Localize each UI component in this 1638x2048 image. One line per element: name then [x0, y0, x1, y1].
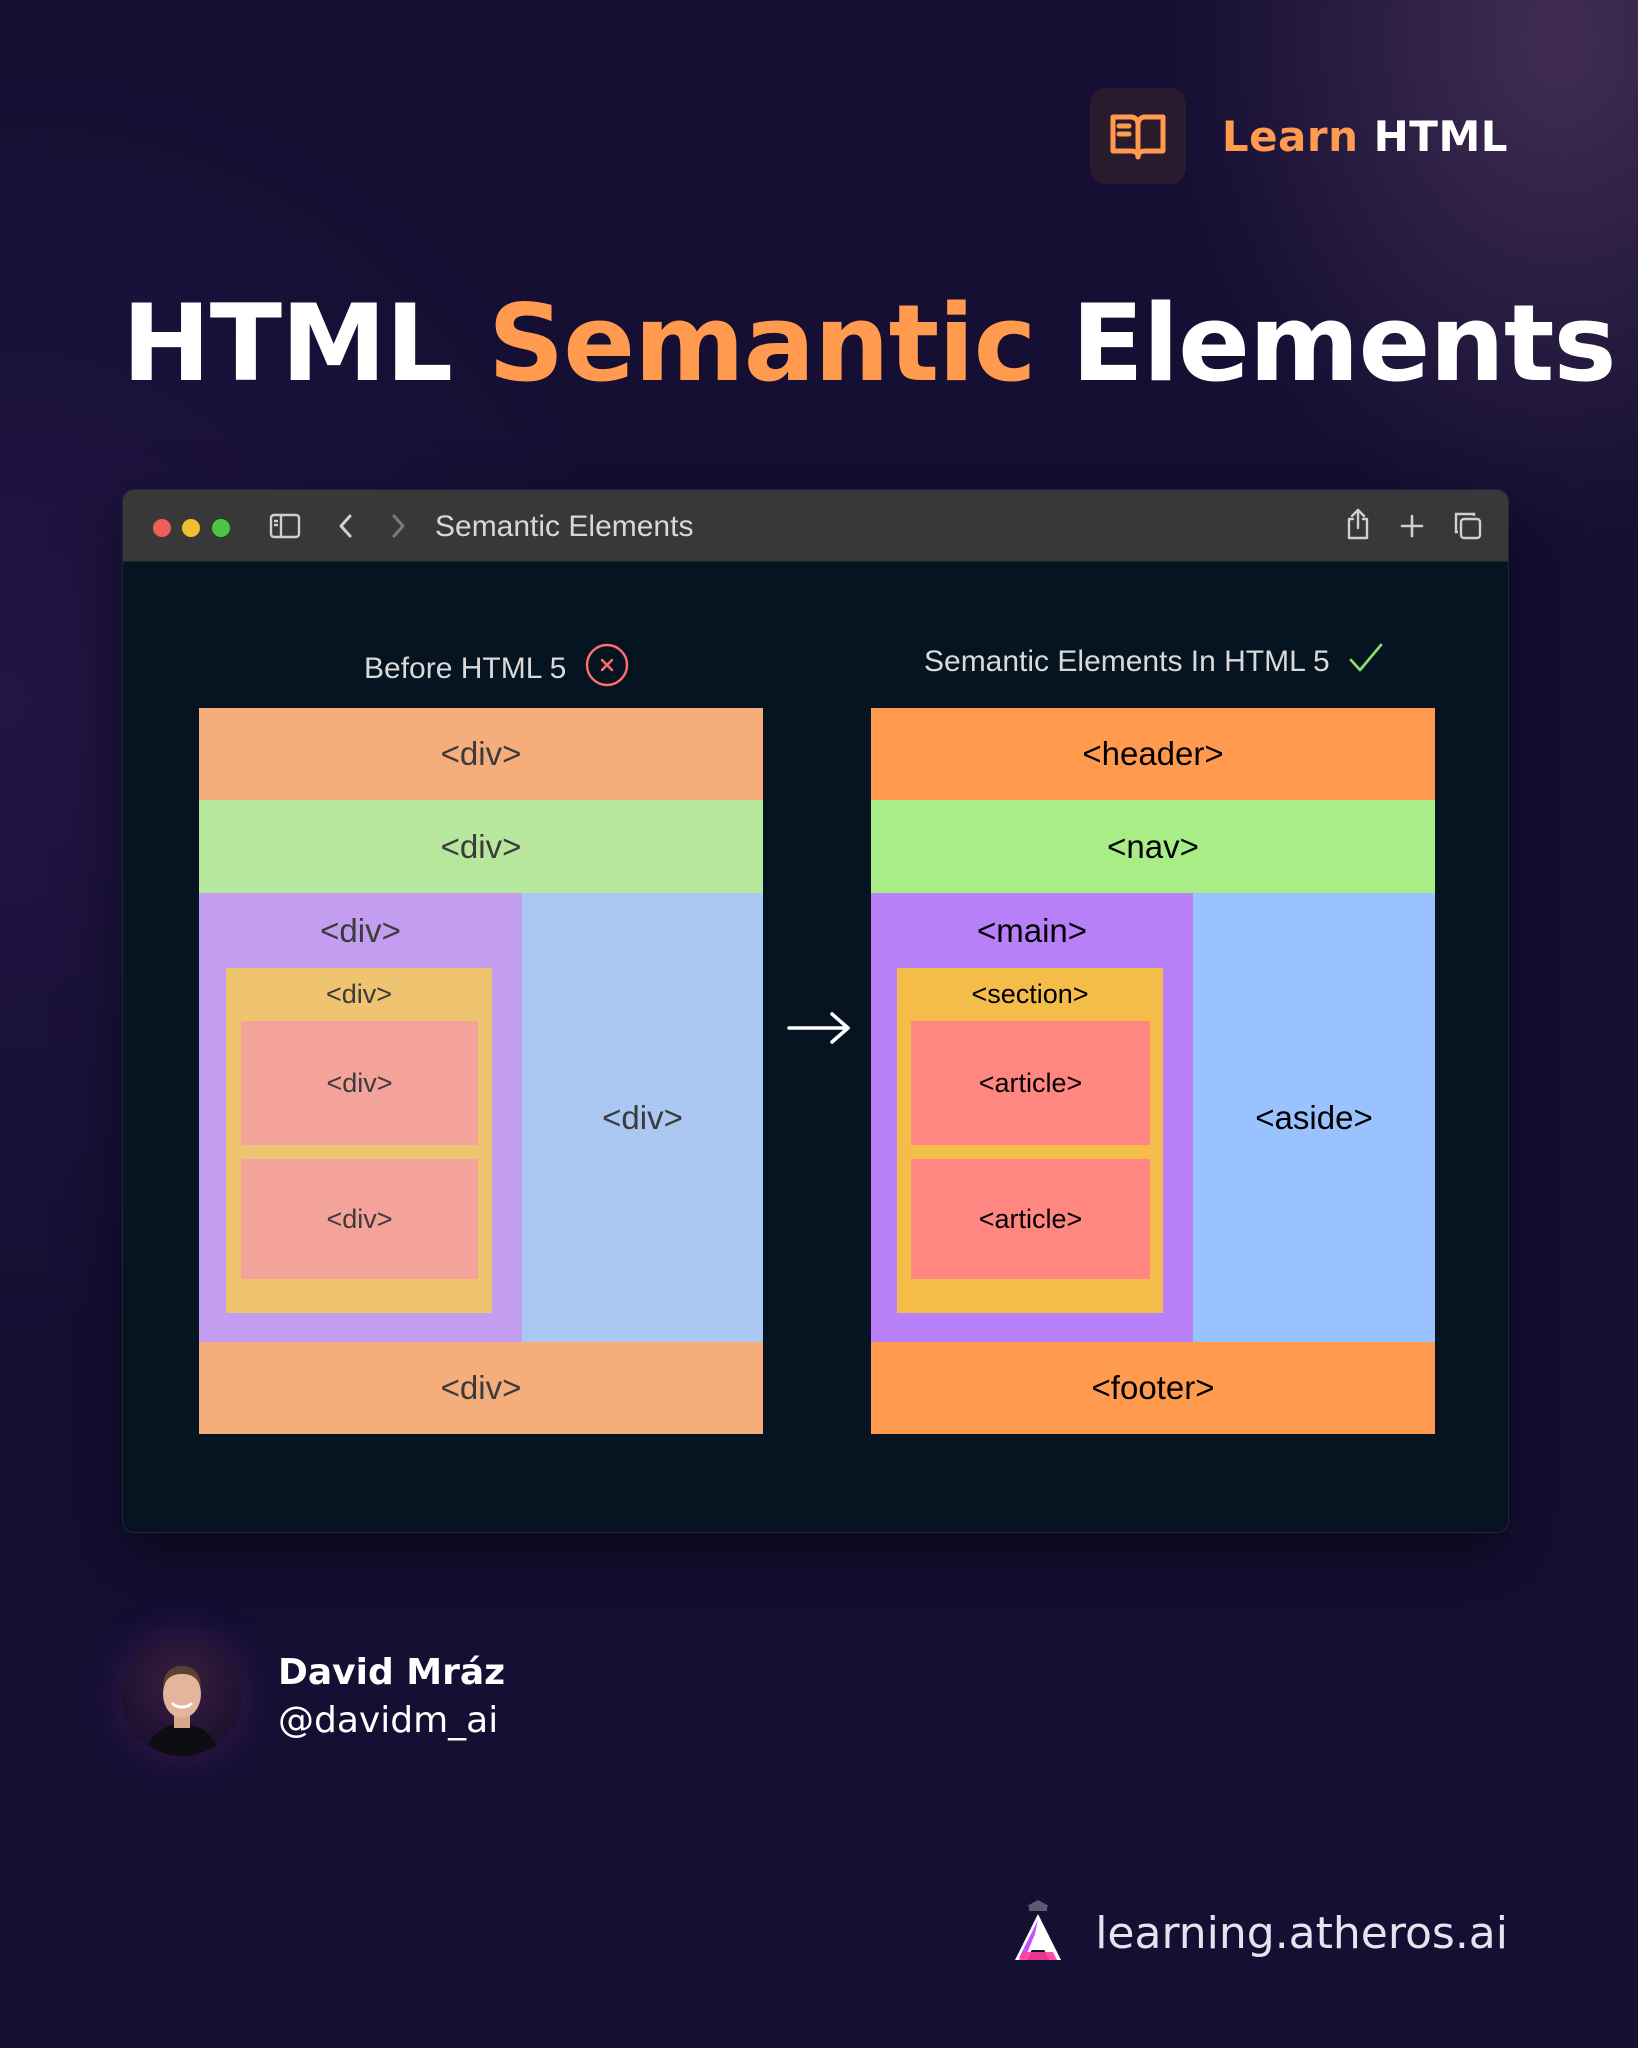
after-header-block: <header> [871, 708, 1435, 800]
after-article-1: <article> [911, 1021, 1150, 1145]
minimize-window-button[interactable] [182, 519, 200, 537]
forward-icon[interactable] [389, 510, 407, 542]
page-title: HTML Semantic Elements [122, 282, 1617, 405]
author-name: David Mráz [278, 1652, 506, 1693]
back-icon[interactable] [337, 510, 355, 542]
before-label-text: Before HTML 5 [364, 652, 567, 685]
check-icon [1348, 642, 1384, 682]
after-label: Semantic Elements In HTML 5 [924, 642, 1384, 682]
title-part-1: HTML [122, 282, 453, 405]
browser-window: Semantic Elements Before HTML 5 Semantic… [122, 489, 1509, 1533]
sidebar-icon[interactable] [269, 510, 301, 542]
after-footer-block: <footer> [871, 1342, 1435, 1434]
before-nav-block: <div> [199, 800, 763, 893]
open-book-icon [1089, 88, 1186, 184]
after-section-label: <section> [971, 978, 1089, 1009]
atheros-logo-icon [1009, 1896, 1067, 1970]
brand-name: Learn HTML [1222, 112, 1508, 161]
before-main-block: <div> <div> <div> <div> [199, 893, 522, 1342]
x-circle-icon [584, 642, 630, 696]
before-footer-block: <div> [199, 1342, 763, 1434]
before-article-2: <div> [241, 1159, 478, 1279]
before-section-label: <div> [325, 978, 393, 1009]
tab-title: Semantic Elements [435, 510, 694, 543]
title-part-2: Semantic [487, 282, 1037, 405]
before-header-block: <div> [199, 708, 763, 800]
right-arrow-icon [786, 1010, 852, 1050]
before-label: Before HTML 5 [364, 642, 630, 696]
close-window-button[interactable] [153, 519, 171, 537]
title-part-3: Elements [1071, 282, 1616, 405]
brand-plain-word: HTML [1373, 111, 1508, 161]
author-handle[interactable]: @davidm_ai [278, 1700, 498, 1741]
brand: Learn HTML [1089, 88, 1508, 184]
share-icon[interactable] [1345, 508, 1371, 540]
site-url[interactable]: learning.atheros.ai [1095, 1908, 1508, 1959]
plus-icon[interactable] [1399, 510, 1425, 542]
after-main-block: <main> <section> <article> <article> [871, 893, 1193, 1342]
maximize-window-button[interactable] [212, 519, 230, 537]
after-aside-block: <aside> [1193, 893, 1435, 1342]
after-section-block: <section> <article> <article> [897, 968, 1163, 1313]
before-main-label: <div> [320, 912, 401, 949]
after-article-2: <article> [911, 1159, 1150, 1279]
after-main-label: <main> [976, 912, 1088, 949]
before-section-block: <div> <div> <div> [226, 968, 492, 1313]
before-article-1: <div> [241, 1021, 478, 1145]
after-label-text: Semantic Elements In HTML 5 [924, 645, 1330, 678]
site-footer: learning.atheros.ai [1009, 1896, 1508, 1970]
before-aside-block: <div> [522, 893, 763, 1342]
after-nav-block: <nav> [871, 800, 1435, 893]
avatar [122, 1636, 242, 1756]
brand-accent-word: Learn [1221, 111, 1359, 161]
tabs-icon[interactable] [1453, 510, 1483, 542]
window-titlebar: Semantic Elements [123, 490, 1508, 562]
